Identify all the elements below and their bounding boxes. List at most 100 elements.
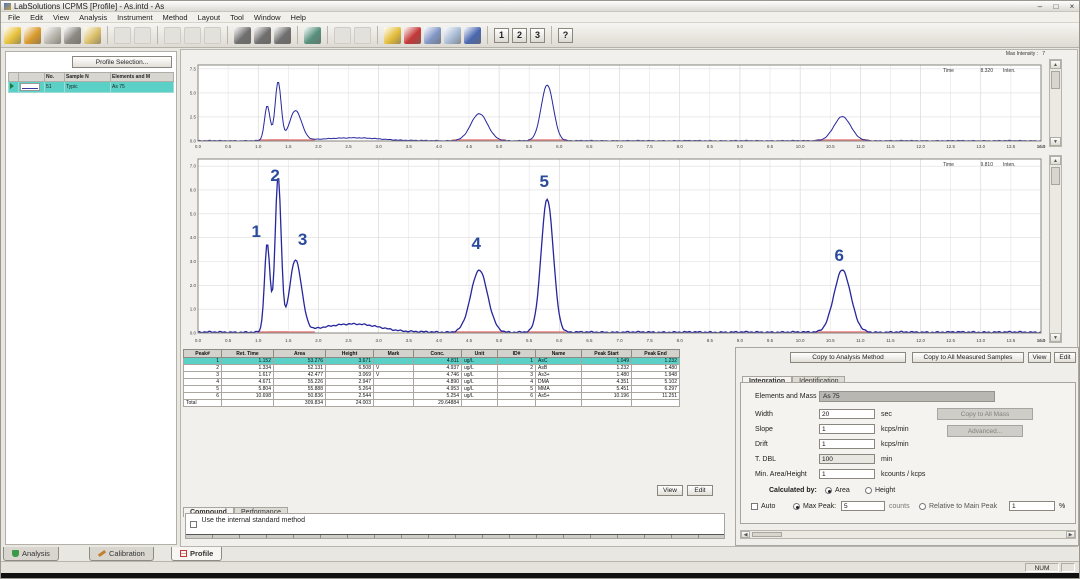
peak-col-ret-time[interactable]: Ret. Time <box>222 350 274 358</box>
peak-col-peak-end[interactable]: Peak End <box>632 350 680 358</box>
copy-profile-icon[interactable] <box>84 27 101 44</box>
peak-col-unit[interactable]: Unit <box>462 350 498 358</box>
scroll-thumb[interactable] <box>1051 167 1060 185</box>
elements-mass-select[interactable]: As 75 <box>819 391 995 402</box>
internal-standard-checkbox[interactable] <box>190 521 197 528</box>
monitor-icon[interactable] <box>424 27 441 44</box>
auto-checkbox[interactable] <box>751 503 758 510</box>
menu-view[interactable]: View <box>48 13 74 22</box>
profile-selection-button[interactable]: Profile Selection... <box>72 56 172 68</box>
scroll-up-icon[interactable]: ▲ <box>1050 60 1061 69</box>
drift-input[interactable] <box>819 439 875 449</box>
method-panel-hscroll[interactable]: ◀ ▶ <box>740 530 1076 539</box>
tile-horizontal-icon[interactable] <box>234 27 251 44</box>
tile-vertical-icon[interactable] <box>254 27 271 44</box>
peak-col-height[interactable]: Height <box>326 350 374 358</box>
calc-height-radio[interactable] <box>865 487 872 494</box>
peak-table-row[interactable]: 610.69850.8362.5445.254ug/L6As5+10.19611… <box>184 393 680 400</box>
peak-col-peak-[interactable]: Peak# <box>184 350 222 358</box>
maximize-button[interactable]: □ <box>1050 2 1062 11</box>
menu-layout[interactable]: Layout <box>193 13 226 22</box>
advanced-button[interactable]: Advanced... <box>947 425 1023 437</box>
save-icon[interactable] <box>44 27 61 44</box>
max-peak-radio[interactable] <box>793 503 800 510</box>
peak-table-row[interactable]: 31.61742.4773.069V4.746ug/L3As3+1.4801.9… <box>184 372 680 379</box>
menu-instrument[interactable]: Instrument <box>112 13 157 22</box>
slope-input[interactable] <box>819 424 875 434</box>
relative-main-peak-radio[interactable] <box>919 503 926 510</box>
search-icon[interactable] <box>204 27 221 44</box>
print-icon[interactable] <box>64 27 81 44</box>
data-copy-icon[interactable] <box>444 27 461 44</box>
col-elements[interactable]: Elements and M <box>111 73 174 82</box>
view-button[interactable]: View <box>1028 352 1051 363</box>
menu-tool[interactable]: Tool <box>225 13 249 22</box>
peak-table-row[interactable]: 11.15253.2763.6714.811ug/L1AsC1.0491.232 <box>184 358 680 365</box>
peak-table-row[interactable]: 21.33452.1316.508V4.937ug/L2AsB1.2321.48… <box>184 365 680 372</box>
zoom-in-icon[interactable] <box>354 27 371 44</box>
tab-analysis[interactable]: Analysis <box>3 547 59 561</box>
peak-col-mark[interactable]: Mark <box>374 350 414 358</box>
peak-col-area[interactable]: Area <box>274 350 326 358</box>
tab-profile[interactable]: Profile <box>171 547 222 561</box>
copy-to-all-samples-button[interactable]: Copy to All Measured Samples <box>912 352 1024 363</box>
tab-calibration[interactable]: Calibration <box>89 547 154 561</box>
scroll-down-icon[interactable]: ▼ <box>1050 333 1061 342</box>
cascade-windows-icon[interactable] <box>274 27 291 44</box>
calc-area-radio[interactable] <box>825 487 832 494</box>
copy-to-all-mass-button[interactable]: Copy to All Mass <box>937 408 1033 420</box>
minimize-button[interactable]: – <box>1034 2 1046 11</box>
menu-window[interactable]: Window <box>249 13 286 22</box>
scroll-left-icon[interactable]: ◀ <box>741 531 750 538</box>
peak-col-id-[interactable]: ID# <box>498 350 536 358</box>
compound-edit-button[interactable]: Edit <box>687 485 713 496</box>
max-peak-input[interactable] <box>841 501 885 511</box>
peak-table-row[interactable]: 44.67155.2262.9474.890ug/L4DMA4.3515.102 <box>184 379 680 386</box>
sample-list-icon[interactable] <box>384 27 401 44</box>
help-button[interactable]: ? <box>558 28 573 43</box>
view-1-button[interactable]: 1 <box>494 28 509 43</box>
menu-file[interactable]: File <box>3 13 25 22</box>
paste-icon[interactable] <box>164 27 181 44</box>
zoom-out-icon[interactable] <box>334 27 351 44</box>
sample-row[interactable]: 51 Typic As 75 <box>9 82 174 93</box>
peak-table-row[interactable]: 55.80455.8885.2644.953ug/L5MMA5.4516.297 <box>184 386 680 393</box>
col-no[interactable]: No. <box>45 73 65 82</box>
send-icon[interactable] <box>464 27 481 44</box>
min-area-input[interactable] <box>819 469 875 479</box>
peak-col-name[interactable]: Name <box>536 350 582 358</box>
menu-method[interactable]: Method <box>158 13 193 22</box>
compound-view-button[interactable]: View <box>657 485 683 496</box>
peak-table-total-row[interactable]: Total309.83424.00329.64884 <box>184 400 680 407</box>
scroll-up-icon[interactable]: ▲ <box>1050 156 1061 165</box>
chart1-scrollbar[interactable]: ▲ ▼ <box>1049 59 1062 147</box>
copy-icon[interactable] <box>134 27 151 44</box>
width-input[interactable] <box>819 409 875 419</box>
scroll-down-icon[interactable]: ▼ <box>1050 137 1061 146</box>
col-sample-name[interactable]: Sample N <box>65 73 111 82</box>
undo-icon[interactable] <box>184 27 201 44</box>
peak-col-conc-[interactable]: Conc. <box>414 350 462 358</box>
chart2-scrollbar[interactable]: ▲ ▼ <box>1049 155 1062 343</box>
table-view-icon[interactable] <box>304 27 321 44</box>
edit-button[interactable]: Edit <box>1054 352 1076 363</box>
menu-help[interactable]: Help <box>286 13 311 22</box>
chromatogram-detail[interactable]: 0.00.51.01.52.02.53.03.54.04.55.05.56.06… <box>181 153 1047 345</box>
close-button[interactable]: × <box>1066 2 1078 11</box>
peak-col-peak-start[interactable]: Peak Start <box>582 350 632 358</box>
stop-icon[interactable] <box>404 27 421 44</box>
cut-icon[interactable] <box>114 27 131 44</box>
scroll-right-icon[interactable]: ▶ <box>1066 531 1075 538</box>
menu-edit[interactable]: Edit <box>25 13 48 22</box>
menu-analysis[interactable]: Analysis <box>74 13 112 22</box>
view-2-button[interactable]: 2 <box>512 28 527 43</box>
scroll-thumb[interactable] <box>752 532 782 537</box>
open-file-icon[interactable] <box>24 27 41 44</box>
new-file-icon[interactable] <box>4 27 21 44</box>
copy-to-analysis-method-button[interactable]: Copy to Analysis Method <box>790 352 906 363</box>
scroll-thumb[interactable] <box>1051 71 1060 89</box>
chromatogram-overview[interactable]: 0.00.51.01.52.02.53.03.54.04.55.05.56.06… <box>181 57 1047 151</box>
tdbl-input[interactable] <box>819 454 875 464</box>
view-3-button[interactable]: 3 <box>530 28 545 43</box>
relative-main-peak-input[interactable] <box>1009 501 1055 511</box>
